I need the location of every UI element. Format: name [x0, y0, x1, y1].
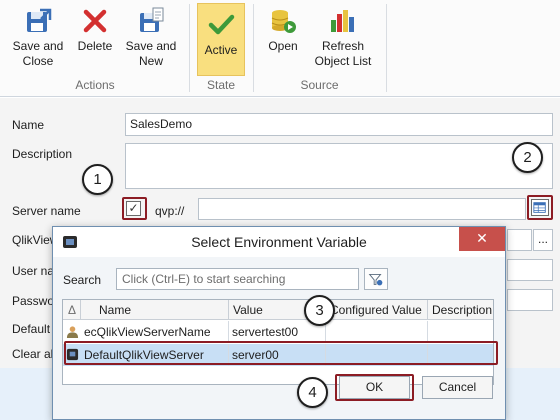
delete-icon: [83, 9, 107, 33]
dialog-title-bar: Select Environment Variable ✕: [53, 227, 505, 257]
callout-3: 3: [304, 295, 335, 326]
server-prefix-label: qvp://: [155, 204, 185, 218]
group-label-actions: Actions: [75, 78, 115, 92]
more-options-button[interactable]: ...: [533, 229, 553, 251]
active-toggle-button[interactable]: Active: [197, 3, 245, 76]
callout-2: 2: [512, 142, 543, 173]
refresh-object-list-button[interactable]: Refresh Object List: [308, 4, 378, 69]
group-label-state: State: [206, 78, 236, 92]
delete-button[interactable]: Delete: [72, 4, 118, 54]
default-label: Default: [12, 322, 51, 336]
name-label: Name: [12, 118, 45, 132]
checkmark-icon: [208, 14, 235, 35]
description-label: Description: [12, 147, 73, 161]
open-db-icon: [271, 10, 296, 33]
refresh-label: Refresh Object List: [314, 39, 372, 68]
column-header-marker[interactable]: Δ: [63, 300, 81, 320]
server-name-field[interactable]: [198, 198, 526, 220]
qlikview-field[interactable]: [507, 229, 532, 251]
password-field[interactable]: [507, 289, 553, 311]
save-new-button[interactable]: Save and New: [122, 4, 180, 69]
select-environment-variable-dialog: Select Environment Variable ✕ Search Cli…: [52, 226, 506, 420]
cancel-button[interactable]: Cancel: [422, 376, 493, 399]
ribbon-separator: [253, 4, 254, 92]
callout-4: 4: [297, 377, 328, 408]
ribbon-toolbar: Save and Close Delete Save and New Actio…: [0, 0, 560, 97]
search-label: Search: [63, 273, 102, 287]
open-label: Open: [268, 39, 298, 53]
open-button[interactable]: Open: [261, 4, 305, 54]
server-name-checkbox[interactable]: ✓: [126, 201, 141, 216]
group-label-source: Source: [300, 78, 339, 92]
save-close-button[interactable]: Save and Close: [8, 4, 68, 69]
save-close-icon: [27, 8, 52, 32]
table-row[interactable]: ecQlikViewServerName servertest00: [63, 321, 493, 343]
save-new-icon: [140, 7, 164, 32]
user-name-field[interactable]: [507, 259, 553, 281]
filter-button[interactable]: [364, 268, 388, 290]
save-close-label: Save and Close: [12, 39, 64, 68]
user-icon: [66, 326, 79, 338]
cell-name: ecQlikViewServerName: [81, 321, 229, 343]
server-name-label: Server name: [12, 204, 81, 218]
close-button[interactable]: ✕: [459, 227, 505, 251]
selected-row-highlight: [64, 341, 498, 365]
dialog-title: Select Environment Variable: [191, 234, 367, 250]
filter-icon: [368, 274, 383, 286]
grid-header: Δ Name Value Configured Value Descriptio…: [63, 300, 493, 320]
search-input[interactable]: Click (Ctrl-E) to start searching: [116, 268, 359, 290]
cell-description: [428, 321, 493, 343]
ribbon-separator: [386, 4, 387, 92]
name-field[interactable]: SalesDemo: [125, 113, 553, 136]
column-header-configured-value[interactable]: Configured Value: [326, 300, 428, 320]
column-header-name[interactable]: Name: [81, 300, 229, 320]
refresh-chart-icon: [331, 10, 354, 32]
ok-button[interactable]: OK: [339, 376, 410, 399]
clear-all-label[interactable]: Clear all: [12, 347, 56, 361]
callout-1: 1: [82, 164, 113, 195]
column-header-description[interactable]: Description: [428, 300, 493, 320]
delete-label: Delete: [77, 39, 113, 53]
active-label: Active: [204, 43, 238, 57]
password-label: Passwo: [12, 294, 55, 308]
cell-configured-value: [326, 321, 428, 343]
browse-icon: [533, 202, 546, 213]
description-field[interactable]: [125, 143, 553, 189]
save-new-label: Save and New: [125, 39, 177, 68]
browse-variables-button[interactable]: [531, 199, 549, 216]
ribbon-separator: [189, 4, 190, 92]
